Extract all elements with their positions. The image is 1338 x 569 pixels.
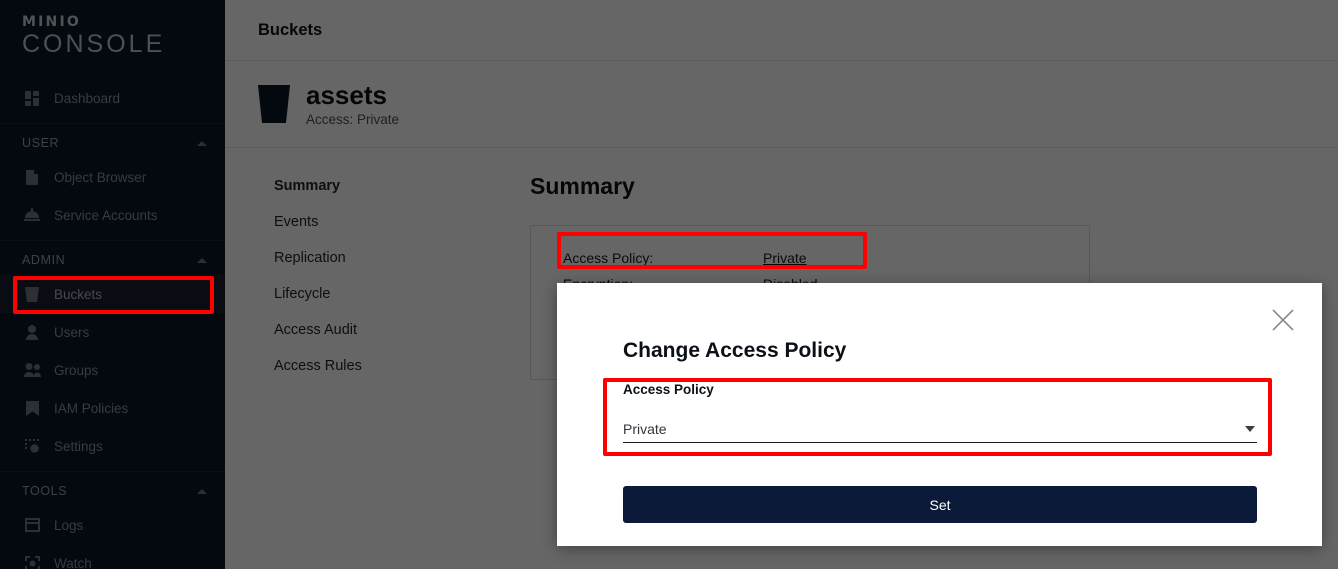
highlight-box-buckets-nav <box>13 276 214 314</box>
close-icon[interactable] <box>1266 303 1300 337</box>
app-root: MINIO CONSOLE Dashboard USER <box>0 0 1338 569</box>
set-button[interactable]: Set <box>623 486 1257 523</box>
modal-title: Change Access Policy <box>623 339 847 362</box>
highlight-box-access-policy-row <box>557 232 867 269</box>
highlight-box-access-policy-field <box>603 378 1272 456</box>
